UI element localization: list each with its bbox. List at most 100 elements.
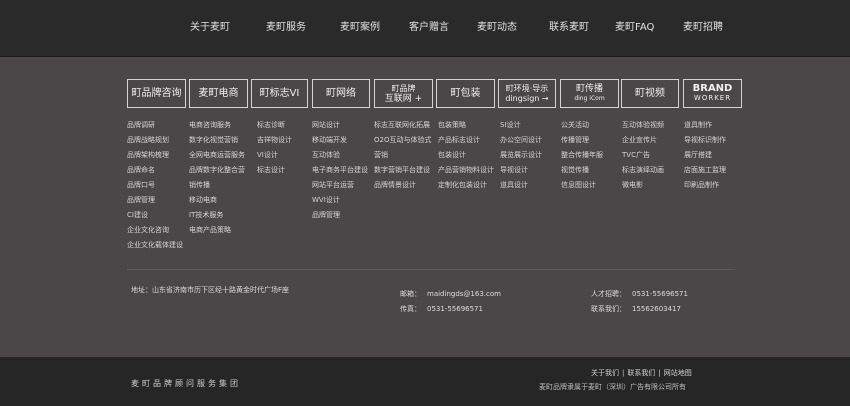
fax-label: 传真： (400, 305, 421, 313)
service-label: 町网络 (326, 88, 356, 99)
service-link[interactable]: 办公空间设计 (500, 133, 542, 148)
links-column-ecommerce: 电商咨询服务 数字化视觉营销 全网电商运营服务 品牌数字化整合营 销传播 移动电… (189, 118, 245, 238)
service-network-button[interactable]: 町网络 (312, 79, 370, 108)
service-communication-button[interactable]: 町传播 ding iCom (560, 79, 619, 108)
service-link[interactable]: 微电影 (622, 178, 664, 193)
recruitment-label: 人才招聘： (591, 290, 626, 298)
service-link[interactable]: 导视标识制作 (684, 133, 726, 148)
service-link[interactable]: 企业文化咨询 (127, 223, 183, 238)
service-link[interactable]: 标志演绎动画 (622, 163, 664, 178)
contact-us-value: 15562603417 (632, 305, 681, 313)
service-link[interactable]: 导视设计 (500, 163, 542, 178)
contact-us: 联系我们： 15562603417 (591, 304, 681, 314)
service-link[interactable]: 标志设计 (257, 163, 292, 178)
links-column-network: 网站设计 移动端开发 互动体验 电子商务平台建设 网站平台运营 WVI设计 品牌… (312, 118, 368, 223)
nav-item-contact[interactable]: 联系麦町 (549, 22, 589, 34)
footer-link-contact[interactable]: 联系我们 (627, 369, 655, 377)
service-link[interactable]: 品牌数字化整合营 (189, 163, 245, 178)
service-link[interactable]: CI建设 (127, 208, 183, 223)
service-link[interactable]: 包装策略 (438, 118, 494, 133)
nav-item-jobs[interactable]: 麦町招聘 (683, 22, 723, 34)
service-link[interactable]: 定制化包装设计 (438, 178, 494, 193)
service-link[interactable]: 电商咨询服务 (189, 118, 245, 133)
service-link[interactable]: 产品营销物料设计 (438, 163, 494, 178)
service-ecommerce-button[interactable]: 麦町电商 (189, 79, 248, 108)
top-navigation: 关于麦町 麦町服务 麦町案例 客户赠言 麦町动态 联系麦町 麦町FAQ 麦町招聘 (0, 0, 850, 57)
service-link[interactable]: 公关活动 (561, 118, 603, 133)
footer-links: 关于我们 | 联系我们 | 网站地图 (591, 368, 692, 378)
service-link[interactable]: 电子商务平台建设 (312, 163, 368, 178)
service-link[interactable]: 展厅搭建 (684, 148, 726, 163)
service-link[interactable]: 品牌口号 (127, 178, 183, 193)
service-link[interactable]: 道具制作 (684, 118, 726, 133)
service-link[interactable]: TVC广告 (622, 148, 664, 163)
service-link[interactable]: 展览展示设计 (500, 148, 542, 163)
service-brand-worker-button[interactable]: BRAND WORKER (683, 79, 742, 108)
service-link[interactable]: 数字化视觉营销 (189, 133, 245, 148)
service-link[interactable]: 传播管理 (561, 133, 603, 148)
links-column-logo-vi: 标志诊断 吉祥物设计 VI设计 标志设计 (257, 118, 292, 178)
service-link[interactable]: 企业宣传片 (622, 133, 664, 148)
nav-item-news[interactable]: 麦町动态 (477, 22, 517, 34)
service-link[interactable]: 品牌战略规划 (127, 133, 183, 148)
footer: 麦町品牌顾问服务集团 关于我们 | 联系我们 | 网站地图 麦町品牌隶属于麦町（深圳）广… (0, 357, 850, 406)
service-link[interactable]: 印刷品制作 (684, 178, 726, 193)
recruitment-value: 0531-55696571 (632, 290, 688, 298)
links-column-brand-worker: 道具制作 导视标识制作 展厅搭建 店面施工监理 印刷品制作 (684, 118, 726, 193)
service-link[interactable]: 包装设计 (438, 148, 494, 163)
nav-item-cases[interactable]: 麦町案例 (340, 22, 380, 34)
service-logo-vi-button[interactable]: 町标志VI (251, 79, 308, 108)
service-link[interactable]: 数字营销平台建设 (374, 163, 431, 178)
service-sublabel: dingsign → (505, 93, 549, 103)
nav-item-services[interactable]: 麦町服务 (266, 22, 306, 34)
service-link[interactable]: 信息图设计 (561, 178, 603, 193)
service-link[interactable]: WVI设计 (312, 193, 368, 208)
service-link[interactable]: VI设计 (257, 148, 292, 163)
service-link[interactable]: 产品标志设计 (438, 133, 494, 148)
service-link[interactable]: 标志互联网化拓展 (374, 118, 431, 133)
footer-separator: | (622, 369, 625, 377)
service-link[interactable]: 互动体验视频 (622, 118, 664, 133)
service-brand-consulting-button[interactable]: 町品牌咨询 (127, 79, 186, 108)
nav-item-about[interactable]: 关于麦町 (190, 22, 230, 34)
service-link[interactable]: 销传播 (189, 178, 245, 193)
service-link[interactable]: 品牌调研 (127, 118, 183, 133)
footer-link-about[interactable]: 关于我们 (591, 369, 619, 377)
nav-item-testimonials[interactable]: 客户赠言 (409, 22, 449, 34)
contact-email: 邮箱： maidingds@163.com (400, 289, 501, 299)
service-link[interactable]: 店面施工监理 (684, 163, 726, 178)
service-link[interactable]: 品牌管理 (312, 208, 368, 223)
service-link[interactable]: 品牌架构梳理 (127, 148, 183, 163)
service-link[interactable]: 道具设计 (500, 178, 542, 193)
service-link[interactable]: 移动电商 (189, 193, 245, 208)
service-link[interactable]: 营销 (374, 148, 431, 163)
service-link[interactable]: 整合传播年服 (561, 148, 603, 163)
links-column-environment-signage: SI设计 办公空间设计 展览展示设计 导视设计 道具设计 (500, 118, 542, 193)
links-column-packaging: 包装策略 产品标志设计 包装设计 产品营销物料设计 定制化包装设计 (438, 118, 494, 193)
service-video-button[interactable]: 町视频 (621, 79, 679, 108)
service-brand-internet-button[interactable]: 町品牌 互联网 + (374, 79, 433, 108)
service-link[interactable]: O2O互动与体验式 (374, 133, 431, 148)
service-link[interactable]: 网站设计 (312, 118, 368, 133)
service-link[interactable]: 全网电商运营服务 (189, 148, 245, 163)
service-packaging-button[interactable]: 町包装 (436, 79, 495, 108)
service-link[interactable]: 移动端开发 (312, 133, 368, 148)
service-link[interactable]: 品牌命名 (127, 163, 183, 178)
service-link[interactable]: 网站平台运营 (312, 178, 368, 193)
service-link[interactable]: 吉祥物设计 (257, 133, 292, 148)
service-link[interactable]: 视觉传播 (561, 163, 603, 178)
email-label: 邮箱： (400, 290, 421, 298)
service-link[interactable]: 互动体验 (312, 148, 368, 163)
contact-us-label: 联系我们： (591, 305, 626, 313)
service-link[interactable]: 品牌情景设计 (374, 178, 431, 193)
service-environment-signage-button[interactable]: 町环境·导示 dingsign → (498, 79, 556, 108)
footer-link-sitemap[interactable]: 网站地图 (664, 369, 692, 377)
email-value[interactable]: maidingds@163.com (427, 290, 501, 298)
service-link[interactable]: 标志诊断 (257, 118, 292, 133)
service-link[interactable]: 品牌管理 (127, 193, 183, 208)
nav-item-faq[interactable]: 麦町FAQ (615, 22, 654, 34)
service-link[interactable]: 企业文化载体建设 (127, 238, 183, 253)
service-link[interactable]: 电商产品策略 (189, 223, 245, 238)
service-link[interactable]: IT技术服务 (189, 208, 245, 223)
service-link[interactable]: SI设计 (500, 118, 542, 133)
